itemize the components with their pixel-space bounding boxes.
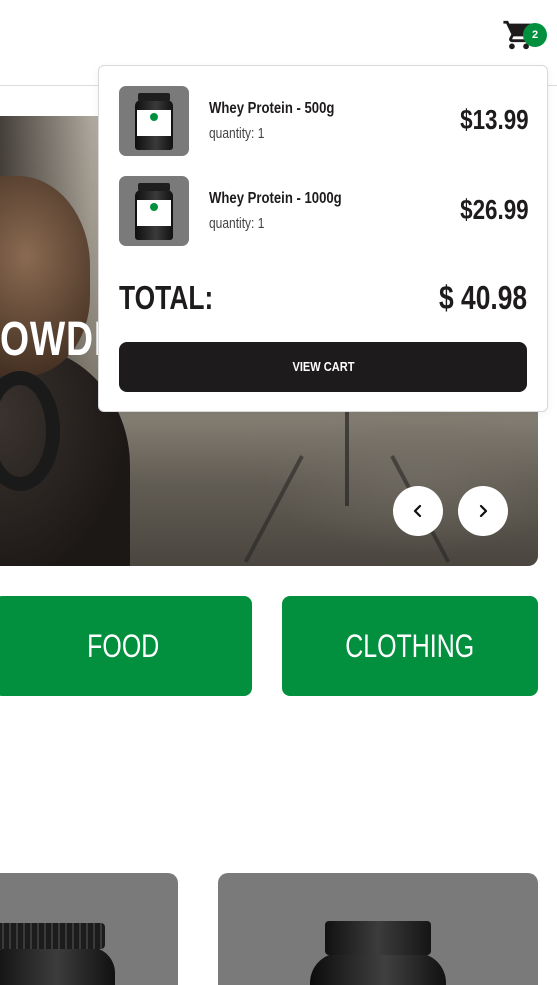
- product-image-lid: [0, 923, 105, 949]
- cart-item-thumbnail: [119, 176, 189, 246]
- cart-item-price: $26.99: [460, 194, 529, 225]
- product-image: [310, 953, 446, 985]
- cart-item-price: $13.99: [460, 104, 529, 135]
- cart-total-label: TOTAL:: [119, 279, 214, 316]
- view-cart-label: VIEW CART: [291, 359, 354, 374]
- cart-button[interactable]: 2: [500, 14, 547, 56]
- product-card[interactable]: [218, 873, 538, 985]
- product-image: [0, 947, 115, 985]
- category-food[interactable]: FOOD: [0, 596, 252, 696]
- cart-item[interactable]: Whey Protein - 500g quantity: 1 $13.99: [119, 86, 529, 156]
- product-card[interactable]: [0, 873, 178, 985]
- cart-total-value: $ 40.98: [438, 279, 527, 316]
- category-clothing-label: CLOTHING: [345, 628, 475, 664]
- cart-item-quantity: quantity: 1: [209, 215, 265, 232]
- cart-count-badge: 2: [523, 23, 547, 47]
- category-clothing[interactable]: CLOTHING: [282, 596, 538, 696]
- cart-item[interactable]: Whey Protein - 1000g quantity: 1 $26.99: [119, 176, 529, 246]
- chevron-left-icon: [413, 504, 422, 518]
- cart-item-name: Whey Protein - 500g: [209, 100, 335, 117]
- chevron-right-icon: [479, 504, 488, 518]
- cart-item-name: Whey Protein - 1000g: [209, 190, 342, 207]
- view-cart-button[interactable]: VIEW CART: [119, 342, 527, 392]
- cart-item-thumbnail: [119, 86, 189, 156]
- hero-tripod-leg: [243, 455, 304, 563]
- cart-item-quantity: quantity: 1: [209, 125, 265, 142]
- category-food-label: FOOD: [86, 628, 160, 664]
- product-image-lid: [325, 921, 431, 955]
- slider-next-button[interactable]: [458, 486, 508, 536]
- slider-prev-button[interactable]: [393, 486, 443, 536]
- cart-dropdown: Whey Protein - 500g quantity: 1 $13.99 W…: [98, 65, 548, 412]
